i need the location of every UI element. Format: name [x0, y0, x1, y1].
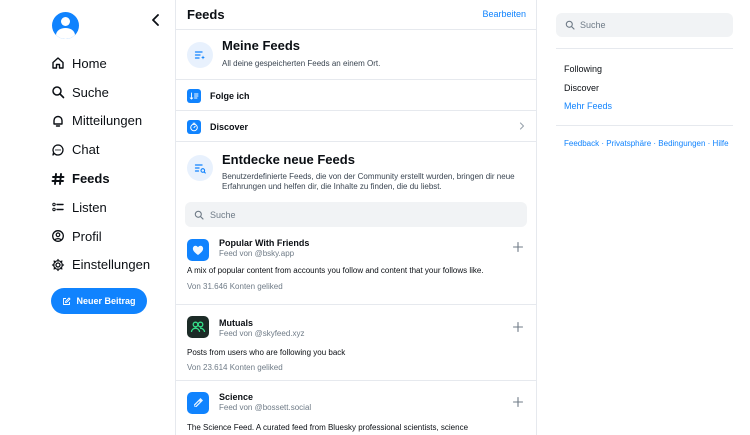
edit-button[interactable]: Bearbeiten — [482, 9, 526, 19]
new-post-label: Neuer Beitrag — [76, 296, 136, 306]
discover-subtitle: Benutzerdefinierte Feeds, die von der Co… — [222, 172, 515, 192]
compose-icon — [62, 297, 71, 306]
nav-item-lists[interactable]: Listen — [50, 193, 150, 222]
nav-item-label: Mitteilungen — [72, 113, 143, 129]
left-sidebar: Home Suche Mitteilungen Chat Feeds Liste… — [0, 0, 175, 435]
pinned-feed-following[interactable]: Folge ich — [176, 81, 536, 111]
right-sidebar: Suche Following Discover Mehr Feeds Feed… — [537, 0, 750, 435]
nav-item-notifications[interactable]: Mitteilungen — [50, 107, 150, 136]
add-feed-button[interactable] — [512, 396, 524, 408]
divider — [556, 48, 733, 49]
feed-likes: Von 23.614 Konten geliked — [187, 363, 283, 372]
more-feeds-link[interactable]: Mehr Feeds — [564, 101, 612, 120]
page-title: Feeds — [187, 7, 225, 22]
chat-icon — [50, 142, 66, 158]
nav-item-chat[interactable]: Chat — [50, 135, 150, 164]
search-icon — [50, 84, 66, 100]
profile-icon — [50, 228, 66, 244]
discover-feeds-icon — [187, 155, 213, 181]
feed-name: Popular With Friends — [219, 238, 310, 248]
avatar[interactable] — [52, 12, 79, 39]
feed-card[interactable]: Popular With Friends Feed von @bsky.app … — [176, 233, 536, 305]
nav-item-label: Profil — [72, 228, 102, 244]
main-nav: Home Suche Mitteilungen Chat Feeds Liste… — [50, 49, 150, 279]
feed-card[interactable]: Mutuals Feed von @skyfeed.xyz Posts from… — [176, 306, 536, 381]
nav-item-label: Feeds — [72, 171, 110, 187]
discover-icon — [187, 120, 201, 134]
my-feeds-icon — [187, 42, 213, 68]
flask-icon — [187, 392, 209, 414]
nav-item-label: Listen — [72, 199, 107, 215]
my-feeds-title: Meine Feeds — [222, 38, 301, 53]
divider — [556, 125, 733, 126]
feed-name: Science — [219, 392, 254, 402]
discover-title: Entdecke neue Feeds — [222, 152, 355, 167]
pinned-feed-label: Discover — [210, 122, 249, 132]
nav-item-label: Einstellungen — [72, 257, 151, 273]
discover-new-feeds-section: Entdecke neue Feeds Benutzerdefinierte F… — [176, 140, 536, 192]
feed-link-following[interactable]: Following — [564, 64, 612, 83]
my-feeds-subtitle: All deine gespeicherten Feeds an einem O… — [222, 59, 381, 68]
people-icon — [187, 316, 209, 338]
search-placeholder: Suche — [580, 20, 606, 30]
footer-links: Feedback · Privatsphäre · Bedingungen · … — [564, 139, 739, 150]
avatar-body — [56, 28, 75, 39]
gear-icon — [50, 257, 66, 273]
page-header: Feeds Bearbeiten — [176, 0, 536, 30]
feed-card[interactable]: Science Feed von @bossett.social The Sci… — [176, 382, 536, 435]
list-icon — [50, 199, 66, 215]
nav-item-search[interactable]: Suche — [50, 78, 150, 107]
feedback-link[interactable]: Feedback — [564, 139, 599, 148]
new-post-button[interactable]: Neuer Beitrag — [51, 288, 147, 314]
nav-item-profile[interactable]: Profil — [50, 222, 150, 251]
nav-item-label: Suche — [72, 84, 109, 100]
main-column: Feeds Bearbeiten Meine Feeds All deine g… — [175, 0, 537, 435]
feed-name: Mutuals — [219, 318, 254, 328]
pinned-feed-discover[interactable]: Discover — [176, 112, 536, 142]
separator: · — [705, 139, 713, 148]
avatar-head — [61, 17, 70, 26]
privacy-link[interactable]: Privatsphäre — [606, 139, 651, 148]
feed-description: Posts from users who are following you b… — [187, 348, 346, 357]
following-icon — [187, 89, 201, 103]
nav-item-feeds[interactable]: Feeds — [50, 164, 150, 193]
nav-item-label: Home — [72, 55, 107, 71]
feed-description: The Science Feed. A curated feed from Bl… — [187, 423, 469, 432]
chevron-right-icon — [519, 122, 525, 130]
heart-icon — [187, 239, 209, 261]
collapse-sidebar-button[interactable] — [148, 12, 164, 28]
feed-likes: Von 31.646 Konten geliked — [187, 282, 283, 291]
hash-icon — [50, 171, 66, 187]
feed-link-discover[interactable]: Discover — [564, 83, 612, 102]
search-icon — [194, 210, 204, 220]
nav-item-label: Chat — [72, 142, 100, 158]
help-link[interactable]: Hilfe — [713, 139, 729, 148]
feed-author: Feed von @bsky.app — [219, 249, 295, 258]
feed-search-input[interactable]: Suche — [185, 202, 527, 227]
terms-link[interactable]: Bedingungen — [658, 139, 705, 148]
bell-icon — [50, 113, 66, 129]
home-icon — [50, 55, 66, 71]
feed-description: A mix of popular content from accounts y… — [187, 266, 484, 275]
chevron-left-icon — [152, 14, 159, 26]
add-feed-button[interactable] — [512, 241, 524, 253]
feed-links: Following Discover Mehr Feeds — [564, 64, 612, 120]
pinned-feed-label: Folge ich — [210, 91, 250, 101]
search-placeholder: Suche — [210, 209, 236, 220]
nav-item-home[interactable]: Home — [50, 49, 150, 78]
add-feed-button[interactable] — [512, 321, 524, 333]
my-feeds-section[interactable]: Meine Feeds All deine gespeicherten Feed… — [176, 30, 536, 80]
search-input[interactable]: Suche — [556, 13, 733, 37]
nav-item-settings[interactable]: Einstellungen — [50, 251, 150, 280]
search-icon — [565, 20, 575, 30]
feed-author: Feed von @bossett.social — [219, 403, 312, 412]
feed-author: Feed von @skyfeed.xyz — [219, 329, 305, 338]
